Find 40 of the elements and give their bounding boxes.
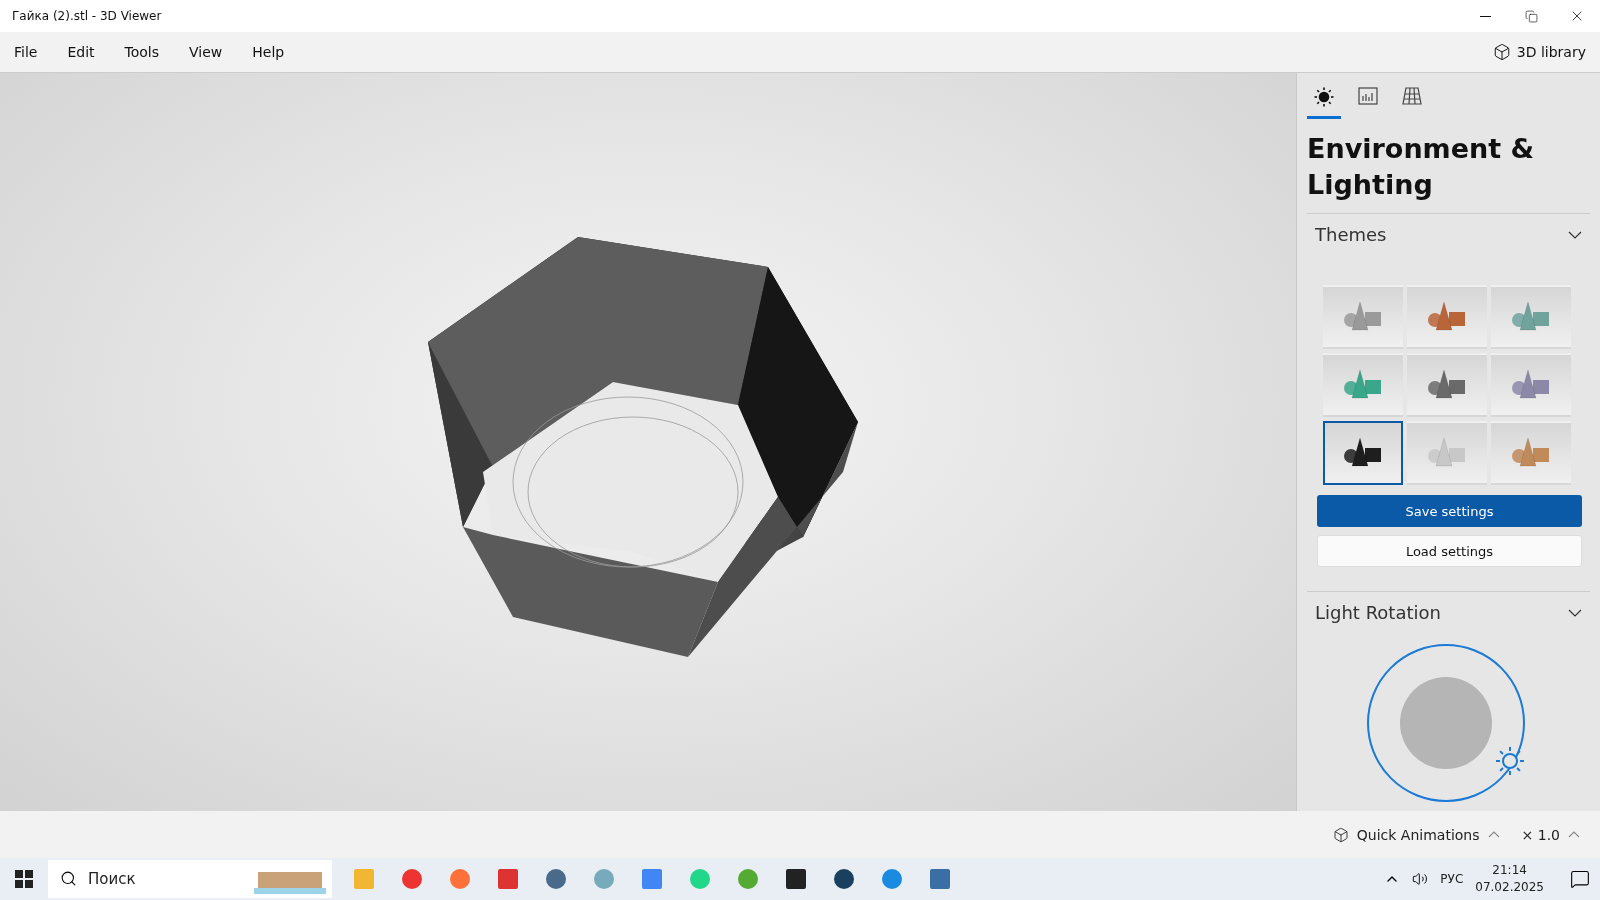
- theme-thumbnail[interactable]: [1323, 353, 1403, 417]
- menu-item[interactable]: Edit: [59, 38, 103, 66]
- restore-icon: [1524, 9, 1538, 23]
- menu-item[interactable]: File: [6, 38, 46, 66]
- light-rotation-header[interactable]: Light Rotation: [1307, 592, 1590, 633]
- sun-icon: [1314, 87, 1334, 107]
- language-indicator[interactable]: РУС: [1440, 872, 1464, 886]
- window-title: Гайка (2).stl - 3D Viewer: [12, 9, 163, 23]
- clock[interactable]: 21:14 07.02.2025: [1475, 862, 1544, 896]
- theme-thumbnail[interactable]: [1491, 353, 1571, 417]
- theme-thumbnail[interactable]: [1491, 285, 1571, 349]
- theme-thumbnail[interactable]: [1323, 421, 1403, 485]
- library-button[interactable]: 3D library: [1484, 37, 1594, 67]
- menu-item[interactable]: View: [181, 38, 231, 66]
- chevron-down-icon: [1568, 608, 1582, 617]
- volume-icon[interactable]: [1412, 871, 1429, 887]
- minimize-icon: [1479, 15, 1491, 17]
- load-settings-button[interactable]: Load settings: [1317, 535, 1582, 567]
- theme-thumbnail[interactable]: [1407, 353, 1487, 417]
- speed-button[interactable]: × 1.0: [1515, 825, 1586, 844]
- cube-icon: [1492, 43, 1511, 61]
- windows-logo-icon: [15, 870, 33, 888]
- chevron-down-icon: [1568, 230, 1582, 239]
- menu-item[interactable]: Help: [244, 38, 293, 66]
- panel-heading: Environment & Lighting: [1307, 132, 1536, 202]
- chevron-up-icon: [1487, 831, 1500, 838]
- themes-header[interactable]: Themes: [1307, 214, 1590, 255]
- theme-thumbnail[interactable]: [1407, 421, 1487, 485]
- chart-icon: [1358, 87, 1378, 105]
- chevron-up-icon: [1568, 831, 1580, 838]
- menu-item[interactable]: Tools: [116, 38, 168, 66]
- theme-thumbnail[interactable]: [1407, 285, 1487, 349]
- theme-thumbnail[interactable]: [1491, 421, 1571, 485]
- cube-icon: [1332, 826, 1349, 843]
- theme-thumbnail[interactable]: [1323, 285, 1403, 349]
- save-settings-button[interactable]: Save settings: [1317, 495, 1582, 527]
- quick-animations-button[interactable]: Quick Animations: [1326, 825, 1506, 844]
- search-icon: [60, 870, 77, 887]
- grid-icon: [1402, 87, 1422, 105]
- notifications-icon[interactable]: [1570, 869, 1590, 889]
